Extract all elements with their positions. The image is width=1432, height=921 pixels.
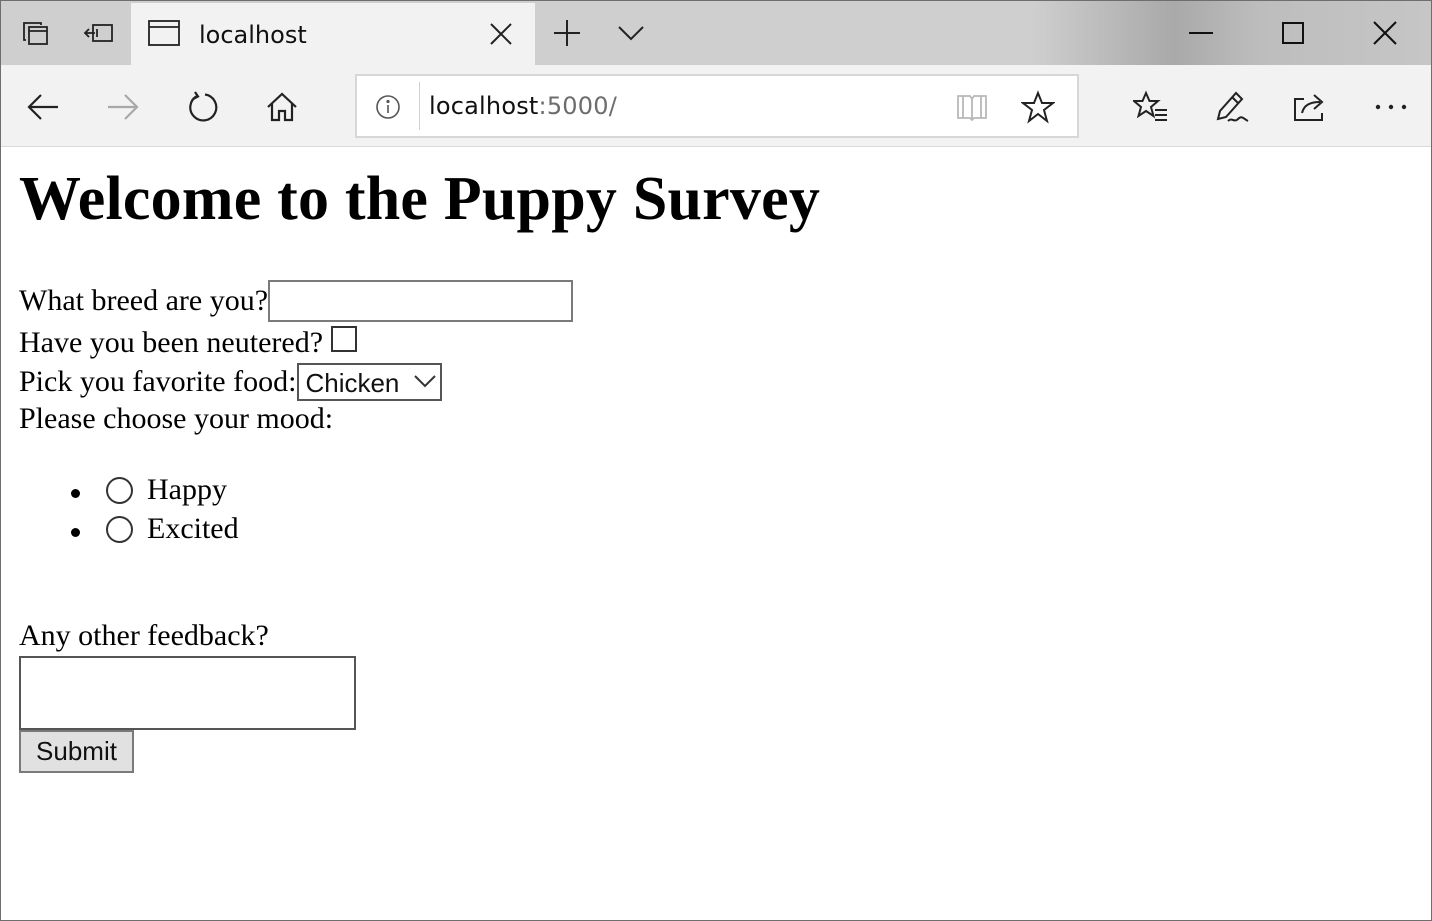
maximize-icon[interactable] — [1247, 1, 1339, 65]
tab-preview-icon[interactable] — [15, 13, 55, 53]
notes-pen-icon[interactable] — [1209, 85, 1253, 129]
mood-option-label: Excited — [147, 512, 239, 545]
page-title: Welcome to the Puppy Survey — [19, 165, 821, 233]
window-close-icon[interactable] — [1339, 1, 1431, 65]
tab-localhost[interactable]: localhost — [131, 3, 535, 65]
url-port-path: :5000/ — [538, 92, 617, 120]
feedback-row: Any other feedback? — [19, 619, 269, 653]
favorites-hub-icon[interactable] — [1129, 85, 1173, 129]
neutered-checkbox[interactable] — [331, 326, 358, 352]
food-selected-value: Chicken — [305, 368, 400, 398]
food-select[interactable]: Chicken — [297, 363, 443, 401]
tab-bar: localhost — [1, 1, 1431, 65]
neutered-label: Have you been neutered? — [19, 326, 324, 359]
chevron-down-icon — [414, 375, 437, 388]
page-content: Welcome to the Puppy Survey What breed a… — [1, 148, 1431, 920]
feedback-textarea[interactable] — [19, 656, 356, 730]
breed-label: What breed are you? — [19, 284, 269, 317]
more-icon[interactable] — [1369, 85, 1413, 129]
mood-radio-excited[interactable] — [106, 516, 133, 543]
neutered-row: Have you been neutered? — [19, 326, 358, 360]
refresh-icon[interactable] — [181, 85, 225, 129]
feedback-label: Any other feedback? — [19, 619, 269, 652]
favorite-star-icon[interactable] — [1020, 90, 1056, 129]
close-icon[interactable] — [481, 14, 521, 54]
bullet-icon — [71, 489, 80, 498]
reading-view-icon[interactable] — [955, 92, 989, 127]
breed-row: What breed are you? — [19, 280, 574, 322]
bullet-icon — [71, 528, 80, 537]
url-host: localhost — [429, 92, 539, 120]
new-tab-icon[interactable] — [547, 13, 587, 53]
minimize-icon[interactable] — [1155, 1, 1247, 65]
back-icon[interactable] — [21, 85, 65, 129]
tab-title: localhost — [199, 21, 307, 49]
page-icon — [147, 19, 181, 52]
forward-icon[interactable] — [101, 85, 145, 129]
food-label: Pick you favorite food: — [19, 365, 297, 398]
browser-window: localhost localhost:5000/ Welcome to the… — [0, 0, 1432, 921]
breed-input[interactable] — [268, 280, 574, 322]
share-icon[interactable] — [1288, 85, 1332, 129]
set-aside-tabs-icon[interactable] — [79, 13, 119, 53]
mood-option-label: Happy — [147, 473, 227, 506]
address-separator — [419, 82, 420, 130]
address-bar[interactable]: localhost:5000/ — [355, 74, 1079, 138]
mood-label: Please choose your mood: — [19, 402, 334, 435]
url-text[interactable]: localhost:5000/ — [429, 92, 617, 120]
submit-button[interactable]: Submit — [19, 730, 134, 773]
navigation-bar: localhost:5000/ — [1, 65, 1431, 147]
chevron-down-icon[interactable] — [611, 13, 651, 53]
food-row: Pick you favorite food: Chicken — [19, 363, 443, 401]
home-icon[interactable] — [260, 85, 304, 129]
mood-row: Please choose your mood: — [19, 402, 333, 436]
info-icon[interactable] — [375, 94, 401, 125]
mood-radio-happy[interactable] — [106, 477, 133, 504]
